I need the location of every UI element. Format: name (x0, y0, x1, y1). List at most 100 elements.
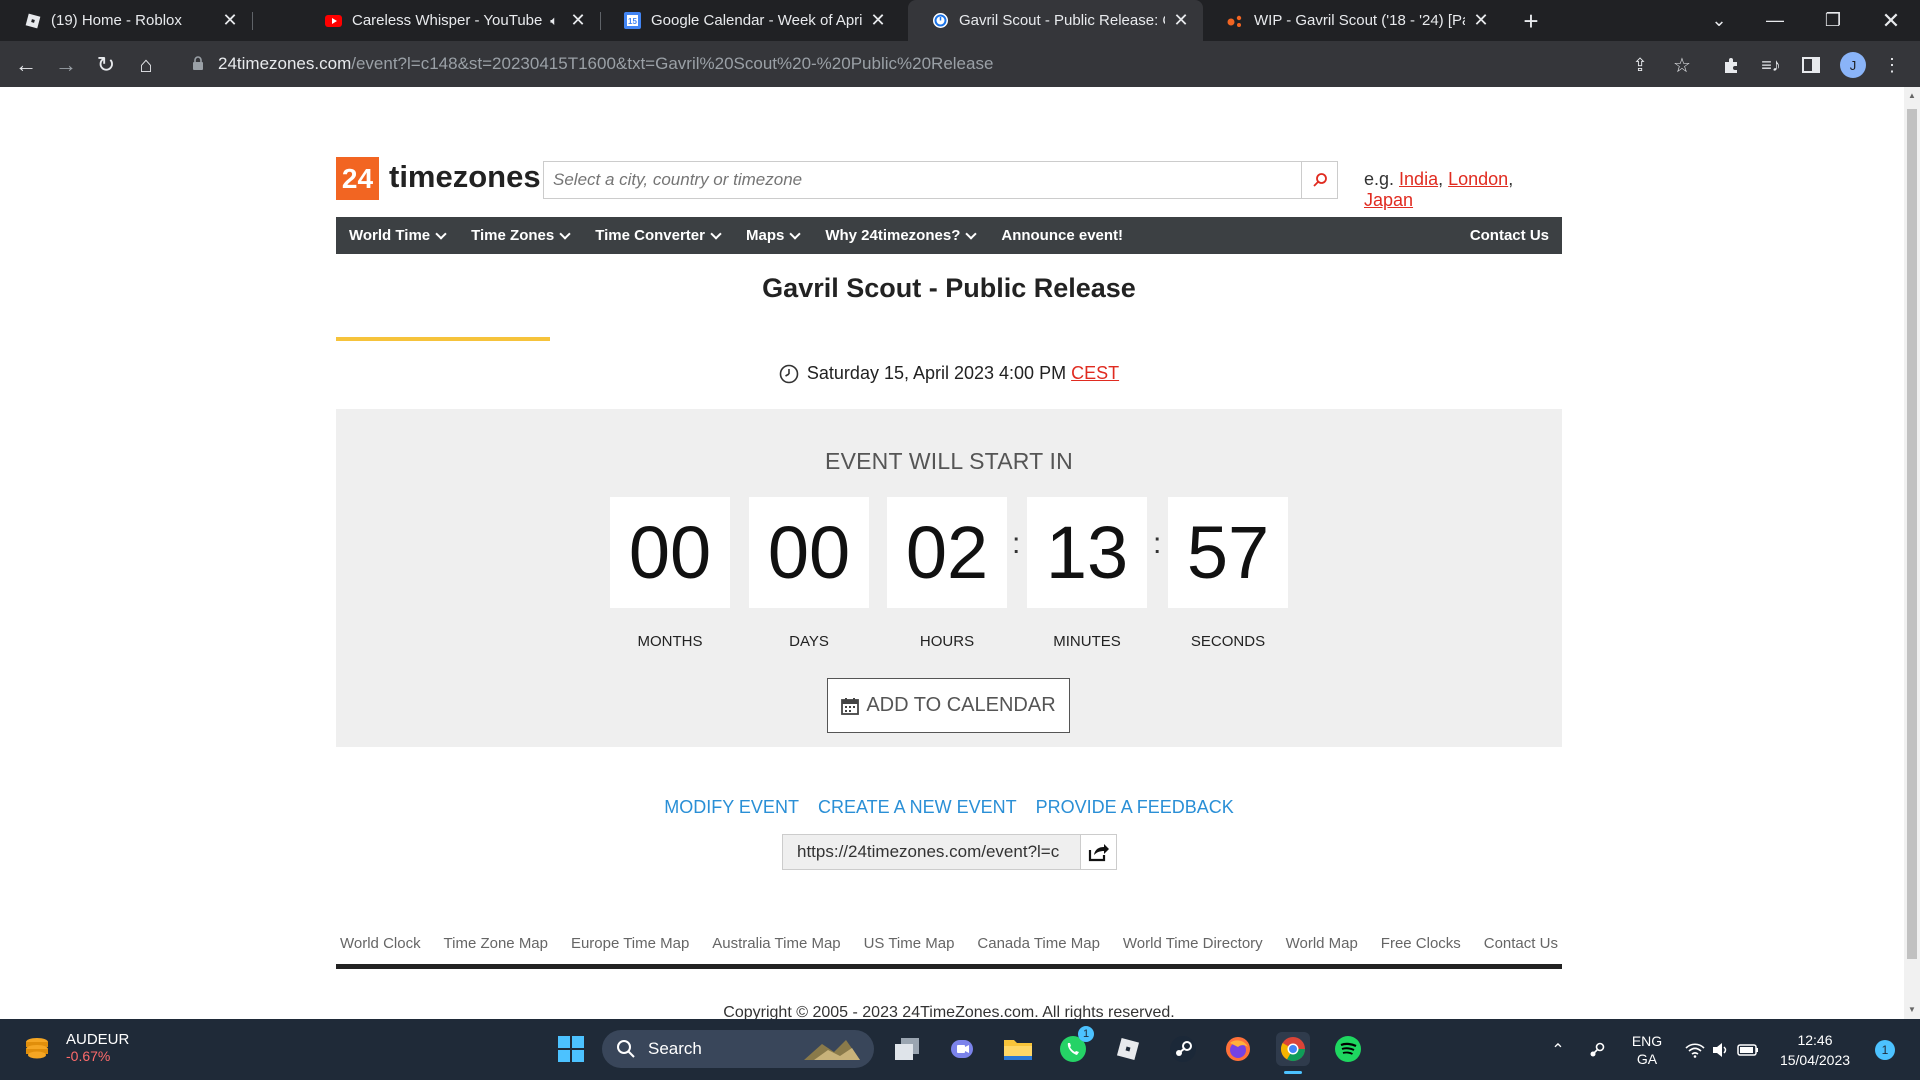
nav-announce-event[interactable]: Announce event! (988, 217, 1136, 254)
tab-24timezones[interactable]: Gavril Scout - Public Release: Cou ✕ (908, 0, 1203, 41)
chevron-up-icon[interactable]: ⌃ (1548, 1019, 1568, 1080)
restore-icon[interactable]: ❐ (1810, 0, 1856, 41)
chevron-down-icon (710, 227, 722, 240)
countdown-label: SECONDS (1190, 633, 1266, 650)
nav-time-converter[interactable]: Time Converter (582, 217, 733, 254)
avatar[interactable]: J (1840, 52, 1866, 78)
nav-time-zones[interactable]: Time Zones (458, 217, 582, 254)
nav-label: Maps (745, 227, 785, 244)
footer-link[interactable]: Free Clocks (1381, 935, 1461, 952)
file-explorer-icon[interactable] (1001, 1032, 1035, 1066)
task-view-icon[interactable] (890, 1032, 924, 1066)
search-button[interactable] (1301, 162, 1337, 198)
close-icon[interactable]: ✕ (1171, 10, 1191, 31)
stock-widget[interactable]: AUDEUR -0.67% (22, 1031, 129, 1064)
tab-title: Careless Whisper - YouTube (352, 12, 543, 29)
side-panel-icon[interactable] (1799, 53, 1823, 77)
modify-event-link[interactable]: MODIFY EVENT (664, 797, 799, 817)
countdown-label: MONTHS (637, 633, 703, 650)
countdown-seconds: 57 (1168, 497, 1288, 608)
nav-label: Time Zones (471, 227, 555, 244)
countdown-label: MINUTES (1053, 633, 1121, 650)
footer-link[interactable]: Australia Time Map (712, 935, 840, 952)
home-icon[interactable]: ⌂ (132, 51, 160, 79)
share-icon[interactable]: ⇪ (1628, 53, 1652, 77)
extensions-icon[interactable] (1719, 53, 1743, 77)
close-icon[interactable]: ✕ (868, 10, 888, 31)
steam-tray-icon[interactable] (1584, 1019, 1610, 1080)
footer-link[interactable]: Time Zone Map (444, 935, 548, 952)
footer-link[interactable]: World Map (1286, 935, 1358, 952)
add-to-calendar-button[interactable]: ADD TO CALENDAR (827, 678, 1070, 733)
chrome-icon[interactable] (1276, 1032, 1310, 1074)
close-icon[interactable]: ✕ (220, 10, 240, 31)
url-text: 24timezones.com/event?l=c148&st=20230415… (218, 47, 993, 81)
scroll-up-icon[interactable]: ▲ (1908, 91, 1916, 100)
tab-search-icon[interactable]: ⌄ (1696, 0, 1742, 41)
scroll-down-icon[interactable]: ▼ (1908, 1005, 1916, 1014)
tab-wip[interactable]: WIP - Gavril Scout ('18 - '24) [Pai ✕ (1203, 0, 1503, 41)
roblox-app-icon[interactable] (1111, 1032, 1145, 1066)
lock-icon[interactable] (192, 56, 204, 76)
share-url-box: https://24timezones.com/event?l=c (782, 834, 1117, 870)
back-icon[interactable]: ← (12, 51, 40, 79)
system-tray[interactable] (1682, 1019, 1762, 1080)
footer-link[interactable]: World Clock (340, 935, 421, 952)
search-icon (1312, 173, 1327, 187)
nav-why-24timezones[interactable]: Why 24timezones? (812, 217, 988, 254)
close-icon[interactable]: ✕ (568, 10, 588, 31)
clock[interactable]: 12:46 15/04/2023 (1770, 1019, 1860, 1080)
address-bar[interactable]: 24timezones.com/event?l=c148&st=20230415… (176, 47, 1656, 81)
search-input[interactable] (544, 162, 1299, 198)
minimize-icon[interactable]: — (1752, 0, 1798, 41)
footer-link[interactable]: Canada Time Map (977, 935, 1100, 952)
footer-link[interactable]: Contact Us (1484, 935, 1558, 952)
media-control-icon[interactable]: ≡♪ (1759, 53, 1783, 77)
create-event-link[interactable]: CREATE A NEW EVENT (818, 797, 1017, 817)
footer-link[interactable]: Europe Time Map (571, 935, 689, 952)
firefox-icon[interactable] (1221, 1032, 1255, 1066)
share-button[interactable] (1080, 835, 1116, 869)
whatsapp-icon[interactable]: 1 (1056, 1026, 1094, 1066)
roblox-icon (24, 12, 41, 29)
tab-roblox[interactable]: (19) Home - Roblox ✕ (0, 0, 252, 41)
site-logo-text[interactable]: timezones (389, 159, 541, 195)
scrollbar-thumb[interactable] (1907, 109, 1917, 959)
menu-icon[interactable]: ⋮ (1880, 53, 1904, 77)
windows-start-icon[interactable] (554, 1032, 588, 1066)
clock-time: 12:46 (1797, 1031, 1833, 1048)
nav-maps[interactable]: Maps (733, 217, 812, 254)
reload-icon[interactable]: ↻ (92, 51, 120, 79)
close-icon[interactable]: ✕ (1471, 10, 1491, 31)
tab-title: Google Calendar - Week of April (651, 12, 862, 29)
language-indicator[interactable]: ENG GA (1626, 1019, 1668, 1080)
close-window-icon[interactable]: ✕ (1868, 0, 1914, 41)
footer-link[interactable]: US Time Map (864, 935, 955, 952)
new-tab-button[interactable]: + (1518, 8, 1544, 34)
example-link-london[interactable]: London (1448, 169, 1508, 189)
notification-center[interactable]: 1 (1870, 1019, 1900, 1080)
taskbar-search-label: Search (648, 1039, 702, 1058)
timezone-link[interactable]: CEST (1071, 363, 1119, 384)
forward-icon[interactable]: → (52, 51, 80, 79)
teams-chat-icon[interactable] (945, 1032, 979, 1066)
nav-contact-us[interactable]: Contact Us (1457, 217, 1562, 254)
taskbar-search[interactable]: Search (602, 1030, 874, 1068)
share-url-field[interactable]: https://24timezones.com/event?l=c (783, 835, 1080, 869)
feedback-link[interactable]: PROVIDE A FEEDBACK (1036, 797, 1234, 817)
star-icon[interactable]: ☆ (1670, 53, 1694, 77)
scrollbar[interactable]: ▲ ▼ (1904, 87, 1920, 1019)
tab-google-calendar[interactable]: 15 Google Calendar - Week of April ✕ (600, 0, 900, 41)
example-link-india[interactable]: India (1399, 169, 1438, 189)
svg-text:15: 15 (628, 17, 637, 26)
site-logo[interactable]: 24 (336, 157, 379, 200)
spotify-icon[interactable] (1331, 1032, 1365, 1066)
footer-link[interactable]: World Time Directory (1123, 935, 1263, 952)
speaker-icon[interactable]: 🔈︎ (550, 13, 558, 29)
chevron-down-icon (435, 227, 447, 240)
example-link-japan[interactable]: Japan (1364, 190, 1413, 210)
chevron-down-icon (789, 227, 801, 240)
steam-icon[interactable] (1166, 1032, 1200, 1066)
nav-world-time[interactable]: World Time (336, 217, 458, 254)
tab-youtube[interactable]: Careless Whisper - YouTube 🔈︎ ✕ (300, 0, 600, 41)
